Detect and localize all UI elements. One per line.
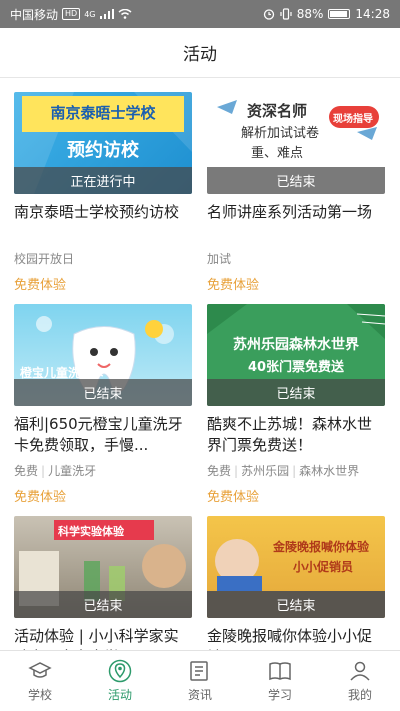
page-header: 活动 <box>0 28 400 78</box>
person-icon <box>350 661 370 681</box>
activity-title: 南京泰晤士学校预约访校 <box>14 203 180 221</box>
nav-label: 资讯 <box>187 688 212 702</box>
nav-item-activity[interactable]: 活动 <box>80 651 160 711</box>
activity-tags: 校园开放日 <box>14 250 192 267</box>
clock: 14:28 <box>355 7 390 21</box>
activity-tags: 加试 <box>207 250 385 267</box>
activity-thumbnail: 苏州乐园森林水世界 40张门票免费送 已结束 <box>207 304 385 406</box>
activity-card[interactable]: 南京泰晤士学校 预约访校 正在进行中 南京泰晤士学校预约访校 校园开放日 免费体… <box>14 92 192 293</box>
tag: 校园开放日 <box>14 252 75 266</box>
vibrate-icon <box>280 8 292 20</box>
activity-thumbnail: 资深名师 现场指导 解析加试试卷 重、难点 已结束 <box>207 92 385 194</box>
activity-card[interactable]: 金陵晚报喊你体验 小小促销员 已结束 金陵晚报喊你体验小小促销员 <box>207 516 385 650</box>
thumb-title-line1: 南京泰晤士学校 <box>50 104 156 122</box>
activity-title: 活动体验 | 小小科学家实验室，南京大学团... <box>14 627 179 650</box>
thumb-badge: 现场指导 <box>333 114 373 125</box>
activity-thumbnail: 南京泰晤士学校 预约访校 正在进行中 <box>14 92 192 194</box>
status-badge: 已结束 <box>207 167 385 194</box>
book-icon <box>269 662 291 681</box>
school-icon <box>28 662 52 678</box>
nav-label: 学习 <box>267 688 292 702</box>
activity-thumbnail: 橙宝儿童洗牙卡 已结束 <box>14 304 192 406</box>
nav-label: 学校 <box>27 688 52 702</box>
location-icon <box>108 659 132 683</box>
nav-item-school[interactable]: 学校 <box>0 651 80 711</box>
thumb-title-line2: 小小促销员 <box>293 560 354 574</box>
activity-title: 福利|650元橙宝儿童洗牙卡免费领取，手慢... <box>14 415 183 454</box>
status-bar: 中国移动 HD 4G 88% 14:28 <box>0 0 400 28</box>
nav-label: 活动 <box>107 688 132 702</box>
tag: 加试 <box>207 252 232 266</box>
thumb-title-line1: 资深名师 <box>247 102 308 120</box>
thumb-title-line3: 重、难点 <box>251 146 304 161</box>
activity-thumbnail: 金陵晚报喊你体验 小小促销员 已结束 <box>207 516 385 618</box>
page-title: 活动 <box>183 45 217 65</box>
activity-price: 免费体验 <box>14 490 67 505</box>
status-badge: 正在进行中 <box>14 167 192 194</box>
tag-separator: | <box>41 464 46 478</box>
activity-thumbnail: 科学实验体验 已结束 <box>14 516 192 618</box>
activity-tags: 免费 | 苏州乐园 | 森林水世界 <box>207 462 385 479</box>
activity-price: 免费体验 <box>14 278 67 293</box>
thumb-title-line2: 预约访校 <box>67 140 139 161</box>
activity-grid: 南京泰晤士学校 预约访校 正在进行中 南京泰晤士学校预约访校 校园开放日 免费体… <box>0 78 400 650</box>
news-icon <box>190 661 208 681</box>
activity-price: 免费体验 <box>207 490 260 505</box>
battery-percent: 88% <box>296 7 324 21</box>
activity-tags: 免费 | 儿童洗牙 <box>14 462 192 479</box>
tag: 森林水世界 <box>299 464 360 478</box>
thumb-title-line2: 40张门票免费送 <box>247 360 345 375</box>
thumb-title-line1: 科学实验体验 <box>58 525 124 538</box>
tag-separator: | <box>234 464 239 478</box>
thumb-title-line1: 苏州乐园森林水世界 <box>233 337 359 353</box>
nav-item-mine[interactable]: 我的 <box>320 651 400 711</box>
status-badge: 已结束 <box>207 379 385 406</box>
nav-item-news[interactable]: 资讯 <box>160 651 240 711</box>
activity-card[interactable]: 资深名师 现场指导 解析加试试卷 重、难点 已结束 名师讲座系列活动第一场 加试… <box>207 92 385 293</box>
nav-item-study[interactable]: 学习 <box>240 651 320 711</box>
battery-icon <box>328 9 351 19</box>
activity-price: 免费体验 <box>207 278 260 293</box>
activity-card[interactable]: 橙宝儿童洗牙卡 已结束 福利|650元橙宝儿童洗牙卡免费领取，手慢... 免费 |… <box>14 304 192 505</box>
signal-icon <box>99 9 114 19</box>
alarm-icon <box>263 9 274 20</box>
activity-card[interactable]: 科学实验体验 已结束 活动体验 | 小小科学家实验室，南京大学团... <box>14 516 192 650</box>
tag: 苏州乐园 <box>241 464 290 478</box>
tag: 免费 <box>207 464 232 478</box>
carrier-label: 中国移动 <box>10 7 59 22</box>
tag: 儿童洗牙 <box>48 464 97 478</box>
activity-title: 酷爽不止苏城！森林水世界门票免费送！ <box>207 415 373 454</box>
nav-label: 我的 <box>347 688 372 702</box>
bottom-nav: 学校 活动 资讯 学习 我的 <box>0 650 400 711</box>
tag: 免费 <box>14 464 39 478</box>
thumb-title-line1: 金陵晚报喊你体验 <box>273 540 370 554</box>
hd-badge: HD <box>62 8 81 20</box>
activity-title: 金陵晚报喊你体验小小促销员 <box>207 627 373 650</box>
activity-card[interactable]: 苏州乐园森林水世界 40张门票免费送 已结束 酷爽不止苏城！森林水世界门票免费送… <box>207 304 385 505</box>
status-badge: 已结束 <box>14 379 192 406</box>
activity-title: 名师讲座系列活动第一场 <box>207 203 373 221</box>
status-badge: 已结束 <box>207 591 385 618</box>
thumb-title-line2: 解析加试试卷 <box>241 126 320 141</box>
status-badge: 已结束 <box>14 591 192 618</box>
wifi-icon <box>118 9 131 19</box>
network-type: 4G <box>84 9 96 19</box>
tag-separator: | <box>292 464 297 478</box>
